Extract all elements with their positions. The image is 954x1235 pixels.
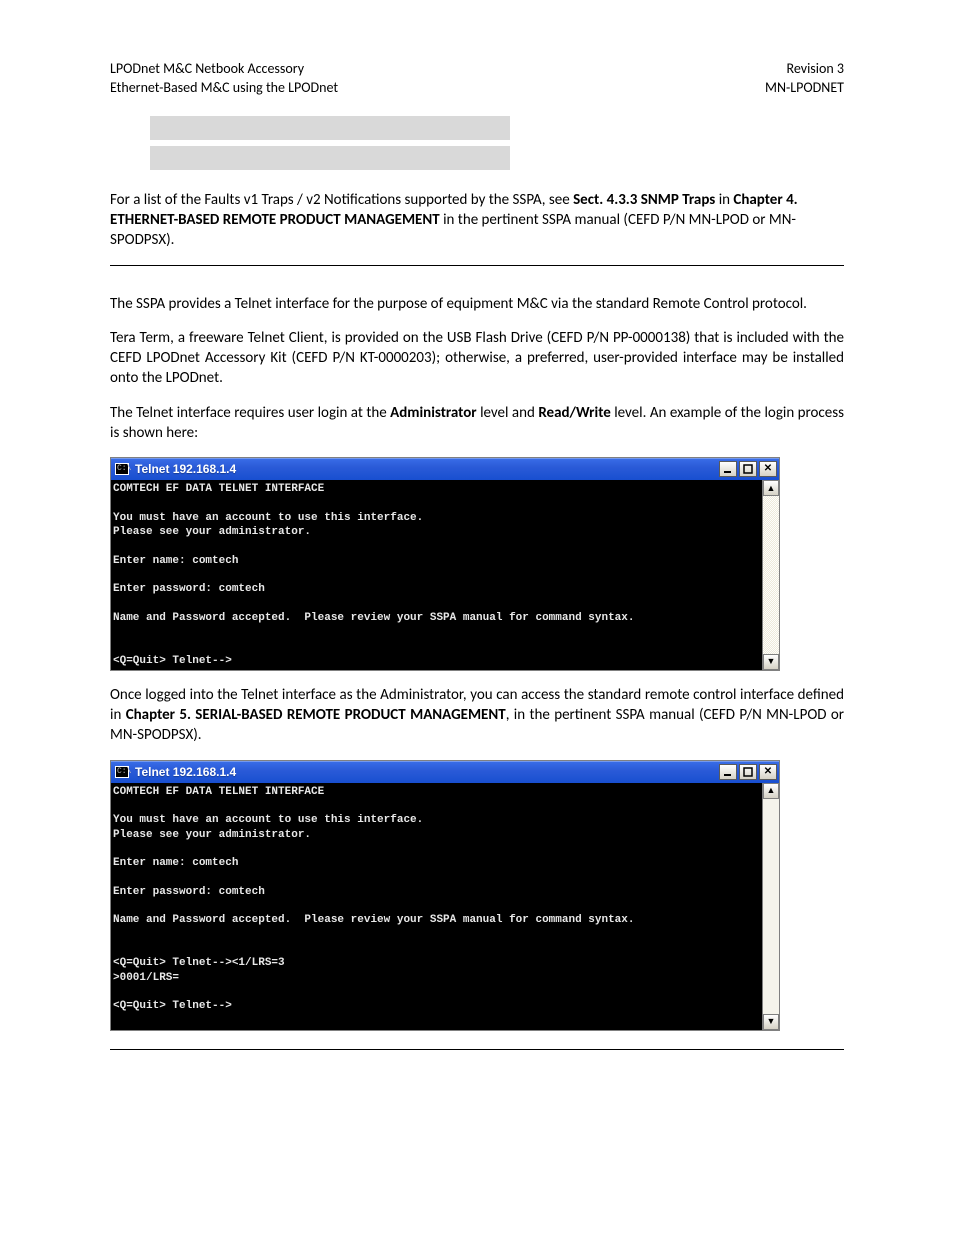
telnet-window: C:\ Telnet 192.168.1.4 ✕ COMTECH EF DATA…: [110, 760, 780, 1031]
header-left-line1: LPODnet M&C Netbook Accessory: [110, 60, 338, 79]
terminal-output[interactable]: COMTECH EF DATA TELNET INTERFACE You mus…: [111, 480, 762, 670]
header-left: LPODnet M&C Netbook Accessory Ethernet-B…: [110, 60, 338, 98]
header-right-line1: Revision 3: [765, 60, 844, 79]
text-bold: Read/Write: [538, 404, 610, 422]
command-prompt-icon: C:\: [115, 463, 129, 475]
header-right: Revision 3 MN-LPODNET: [765, 60, 844, 98]
scroll-up-button[interactable]: ▲: [763, 783, 779, 799]
scroll-down-button[interactable]: ▼: [763, 654, 779, 670]
window-buttons: ✕: [719, 461, 777, 477]
section-divider: [110, 265, 844, 266]
paragraph: The SSPA provides a Telnet interface for…: [110, 294, 844, 314]
telnet-window: C:\ Telnet 192.168.1.4 ✕ COMTECH EF DATA…: [110, 457, 780, 671]
header-left-line2: Ethernet-Based M&C using the LPODnet: [110, 79, 338, 98]
text-bold: Administrator: [390, 404, 477, 422]
footer-divider: [110, 1049, 844, 1050]
text-bold: Chapter 5. SERIAL-BASED REMOTE PRODUCT M…: [126, 706, 506, 724]
text-bold: Sect. 4.3.3 SNMP Traps: [573, 191, 715, 209]
minimize-button[interactable]: [719, 764, 737, 780]
placeholder-bar: [150, 146, 510, 170]
scroll-track[interactable]: [763, 799, 779, 1014]
placeholder-bars: [150, 116, 844, 170]
terminal-body: COMTECH EF DATA TELNET INTERFACE You mus…: [111, 783, 779, 1030]
header-right-line2: MN-LPODNET: [765, 79, 844, 98]
text: level and: [477, 404, 539, 422]
scrollbar[interactable]: ▲ ▼: [762, 480, 779, 670]
paragraph: Once logged into the Telnet interface as…: [110, 685, 844, 746]
command-prompt-icon: C:\: [115, 766, 129, 778]
text: For a list of the Faults v1 Traps / v2 N…: [110, 191, 573, 209]
window-title: Telnet 192.168.1.4: [135, 462, 719, 476]
maximize-button[interactable]: [739, 461, 757, 477]
text: The Telnet interface requires user login…: [110, 404, 390, 422]
text: in: [715, 191, 733, 209]
scroll-up-button[interactable]: ▲: [763, 480, 779, 496]
window-titlebar[interactable]: C:\ Telnet 192.168.1.4 ✕: [111, 761, 779, 783]
window-buttons: ✕: [719, 764, 777, 780]
scroll-down-button[interactable]: ▼: [763, 1014, 779, 1030]
close-button[interactable]: ✕: [759, 461, 777, 477]
close-button[interactable]: ✕: [759, 764, 777, 780]
page-header: LPODnet M&C Netbook Accessory Ethernet-B…: [110, 60, 844, 98]
placeholder-bar: [150, 116, 510, 140]
scroll-track[interactable]: [763, 496, 779, 654]
window-titlebar[interactable]: C:\ Telnet 192.168.1.4 ✕: [111, 458, 779, 480]
terminal-output[interactable]: COMTECH EF DATA TELNET INTERFACE You mus…: [111, 783, 762, 1030]
paragraph: For a list of the Faults v1 Traps / v2 N…: [110, 190, 844, 251]
minimize-button[interactable]: [719, 461, 737, 477]
paragraph: The Telnet interface requires user login…: [110, 403, 844, 444]
maximize-button[interactable]: [739, 764, 757, 780]
paragraph: Tera Term, a freeware Telnet Client, is …: [110, 328, 844, 389]
window-title: Telnet 192.168.1.4: [135, 765, 719, 779]
scrollbar[interactable]: ▲ ▼: [762, 783, 779, 1030]
terminal-body: COMTECH EF DATA TELNET INTERFACE You mus…: [111, 480, 779, 670]
